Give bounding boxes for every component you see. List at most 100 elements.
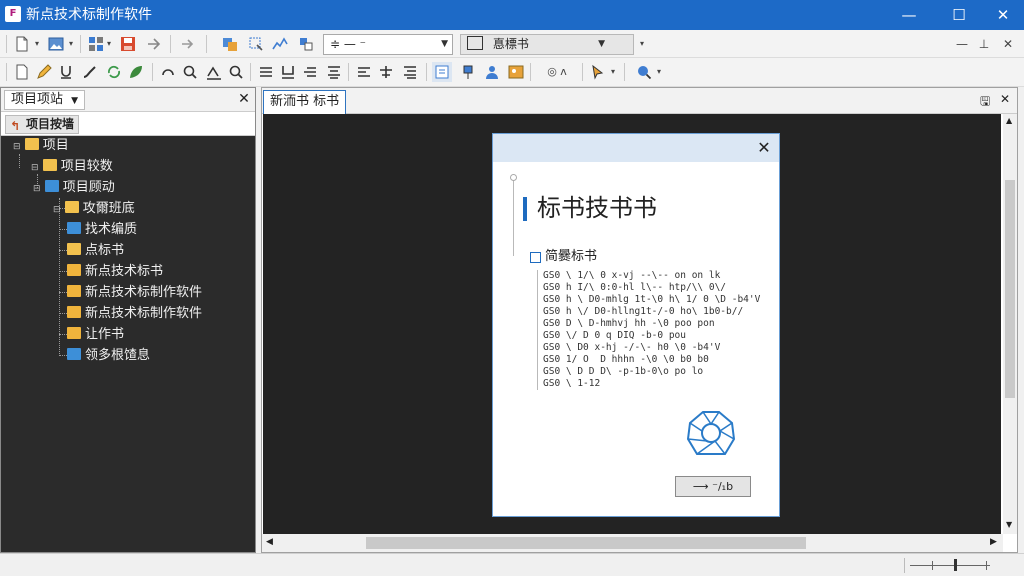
underline-tool-icon[interactable] — [56, 62, 76, 82]
align-indent-icon[interactable] — [300, 62, 320, 82]
doc-minimize-button[interactable]: — — [952, 34, 972, 54]
layout-dropdown-icon[interactable]: ▾ — [104, 34, 114, 54]
vertical-scroll-thumb[interactable] — [1005, 180, 1015, 398]
select-icon[interactable] — [246, 34, 266, 54]
chevron-down-icon[interactable]: ▾ — [654, 62, 664, 82]
tree-item[interactable]: 让作书 — [67, 325, 124, 345]
document-panel: 新洏书 标书 🖫 ✕ ✕ 标书技书书 简爨标书 GS0 \ 1/\ 0 x-vj… — [261, 87, 1018, 553]
dialog-action-button[interactable]: ⟶ ⁻/₁b — [675, 476, 751, 497]
export-icon[interactable] — [144, 34, 164, 54]
layout-icon[interactable] — [86, 34, 106, 54]
save-icon[interactable] — [118, 34, 138, 54]
chevron-down-icon: ▼ — [71, 96, 79, 106]
window-title: 新点技术标制作软件 — [26, 7, 152, 23]
content-line: GS0 1/ O D hhhn -\0 \0 b0 b0 — [543, 354, 709, 365]
tree-item[interactable]: 领多根馇息 — [67, 346, 150, 366]
panel-close-button[interactable]: ✕ — [235, 90, 253, 108]
tree-item[interactable]: 找术编质 — [67, 220, 137, 240]
undo-arc-icon[interactable] — [158, 62, 178, 82]
undo-icon: ↰ — [10, 119, 21, 133]
forward-icon[interactable] — [178, 34, 198, 54]
content-line: GS0 \/ D 0 q DIQ -b-0 pou — [543, 330, 686, 341]
chart-icon[interactable] — [270, 34, 290, 54]
text-baseline-icon[interactable] — [204, 62, 224, 82]
tree-item[interactable]: 新点技术标制作软件 — [67, 283, 202, 303]
info-icon — [67, 348, 81, 360]
project-panel-tab-label: 项目项站 — [11, 92, 64, 107]
zoom-icon[interactable] — [180, 62, 200, 82]
new-doc-icon[interactable] — [12, 62, 32, 82]
tree-item[interactable]: ⊟ 攻爾班底 — [53, 199, 135, 219]
leaf-icon[interactable] — [126, 62, 146, 82]
folder-icon — [67, 243, 81, 255]
document-icon — [67, 285, 81, 297]
expand-icon: ⊟ — [31, 163, 39, 173]
scroll-up-icon[interactable]: ▲ — [1006, 116, 1012, 125]
tree-item-label: 新点技术标书 — [85, 264, 164, 279]
tree-item[interactable]: ⊟ 项目 — [13, 136, 69, 156]
panel-close-button[interactable]: ✕ — [1000, 92, 1010, 106]
search-drop-icon[interactable] — [634, 62, 654, 82]
tree-item[interactable]: ⊟ 项目较数 — [31, 157, 113, 177]
ring-text-icon[interactable]: ◎ ᴧ — [536, 62, 578, 82]
tree-item[interactable]: ⊟ 项目顾动 — [33, 178, 115, 198]
doc-close-button[interactable]: ✕ — [998, 34, 1018, 54]
new-dropdown-icon[interactable]: ▾ — [32, 34, 42, 54]
pin-icon[interactable] — [458, 62, 478, 82]
align-u-icon[interactable] — [278, 62, 298, 82]
tree-item[interactable]: 新点技术标书 — [67, 262, 163, 282]
horizontal-scrollbar[interactable]: ◀ ▶ — [262, 534, 1003, 552]
tab-document[interactable]: 新洏书 标书 — [263, 90, 347, 114]
zoom-slider-track[interactable] — [910, 565, 990, 566]
search-icon[interactable] — [226, 62, 246, 82]
dialog-close-button[interactable]: ✕ — [753, 137, 775, 159]
document-tabbar: 新洏书 标书 🖫 ✕ — [262, 88, 1017, 114]
content-line: GS0 h \ D0-mhlg 1t-\0 h\ 1/ 0 \D -b4'V — [543, 294, 761, 305]
brush-icon[interactable] — [80, 62, 100, 82]
scroll-right-icon[interactable]: ▶ — [990, 537, 997, 547]
doc-restore-button[interactable]: ⊥ — [974, 34, 994, 54]
project-action-button[interactable]: ↰ 项目按墙 — [5, 115, 80, 134]
list-icon[interactable] — [376, 62, 396, 82]
dropdown-tool-icon[interactable] — [588, 62, 608, 82]
vertical-scrollbar[interactable]: ▲ ▼ — [1003, 114, 1017, 534]
close-button[interactable]: ✕ — [980, 0, 1024, 30]
copy-icon[interactable] — [220, 34, 240, 54]
minimize-button[interactable]: — — [886, 0, 932, 30]
align-justify-icon[interactable] — [354, 62, 374, 82]
dialog-title: 标书技书书 — [537, 194, 657, 222]
align-center-icon[interactable] — [324, 62, 344, 82]
image-icon[interactable] — [46, 34, 66, 54]
horizontal-scroll-thumb[interactable] — [366, 537, 806, 549]
save-layout-icon[interactable]: 🖫 — [980, 92, 990, 113]
title-bar: F 新点技术标制作软件 — ☐ ✕ — [0, 0, 1024, 30]
chevron-down-icon[interactable]: ▾ — [608, 62, 618, 82]
font-dropdown[interactable]: ≑ — ⁻ ▼ — [323, 34, 453, 55]
tree-item-label: 项目较数 — [60, 159, 113, 174]
dialog-tool-icon[interactable] — [432, 62, 452, 82]
scroll-left-icon[interactable]: ◀ — [266, 537, 273, 547]
project-panel-tab[interactable]: 项目项站 ▼ — [4, 90, 86, 110]
image-tool-icon[interactable] — [506, 62, 526, 82]
shapes-icon[interactable] — [296, 34, 316, 54]
content-lines: GS0 \ 1/\ 0 x-vj --\-- on on lk GS0 h I/… — [543, 270, 761, 390]
style-dropdown[interactable]: 惪標书 ▼ — [460, 34, 634, 55]
tree-item[interactable]: 新点技术标制作软件 — [67, 304, 202, 324]
project-icon — [44, 180, 59, 192]
document-canvas[interactable]: ✕ 标书技书书 简爨标书 GS0 \ 1/\ 0 x-vj --\-- on o… — [263, 114, 1001, 534]
zoom-slider-handle[interactable] — [954, 559, 957, 571]
octagon-logo-icon — [686, 411, 736, 455]
maximize-button[interactable]: ☐ — [936, 0, 982, 30]
user-icon[interactable] — [482, 62, 502, 82]
tree-item-label: 让作书 — [85, 327, 125, 342]
image-dropdown-icon[interactable]: ▾ — [66, 34, 76, 54]
list-indent-icon[interactable] — [400, 62, 420, 82]
new-document-icon[interactable] — [12, 34, 32, 54]
scroll-down-icon[interactable]: ▼ — [1006, 520, 1012, 529]
tree-item[interactable]: 点标书 — [67, 241, 124, 261]
edit-icon[interactable] — [34, 62, 54, 82]
toolbar-overflow-icon[interactable]: ▾ — [636, 34, 648, 54]
section-checkbox[interactable] — [530, 252, 541, 263]
recycle-icon[interactable] — [104, 62, 124, 82]
align-left-icon[interactable] — [256, 62, 276, 82]
